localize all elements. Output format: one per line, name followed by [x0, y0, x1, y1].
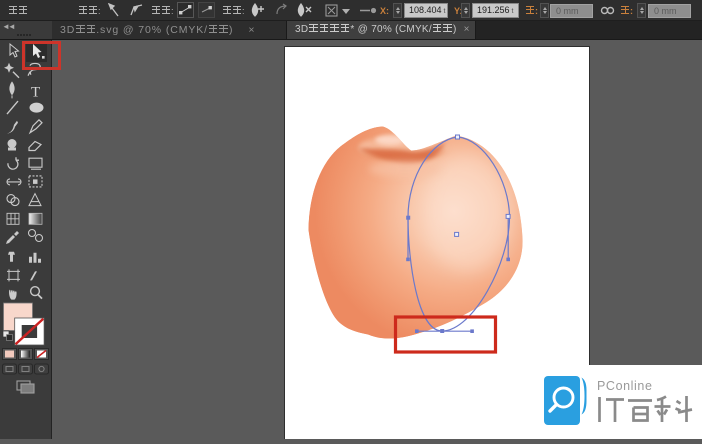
svg-text:T: T [31, 84, 40, 100]
svg-text:PConline: PConline [597, 379, 653, 393]
